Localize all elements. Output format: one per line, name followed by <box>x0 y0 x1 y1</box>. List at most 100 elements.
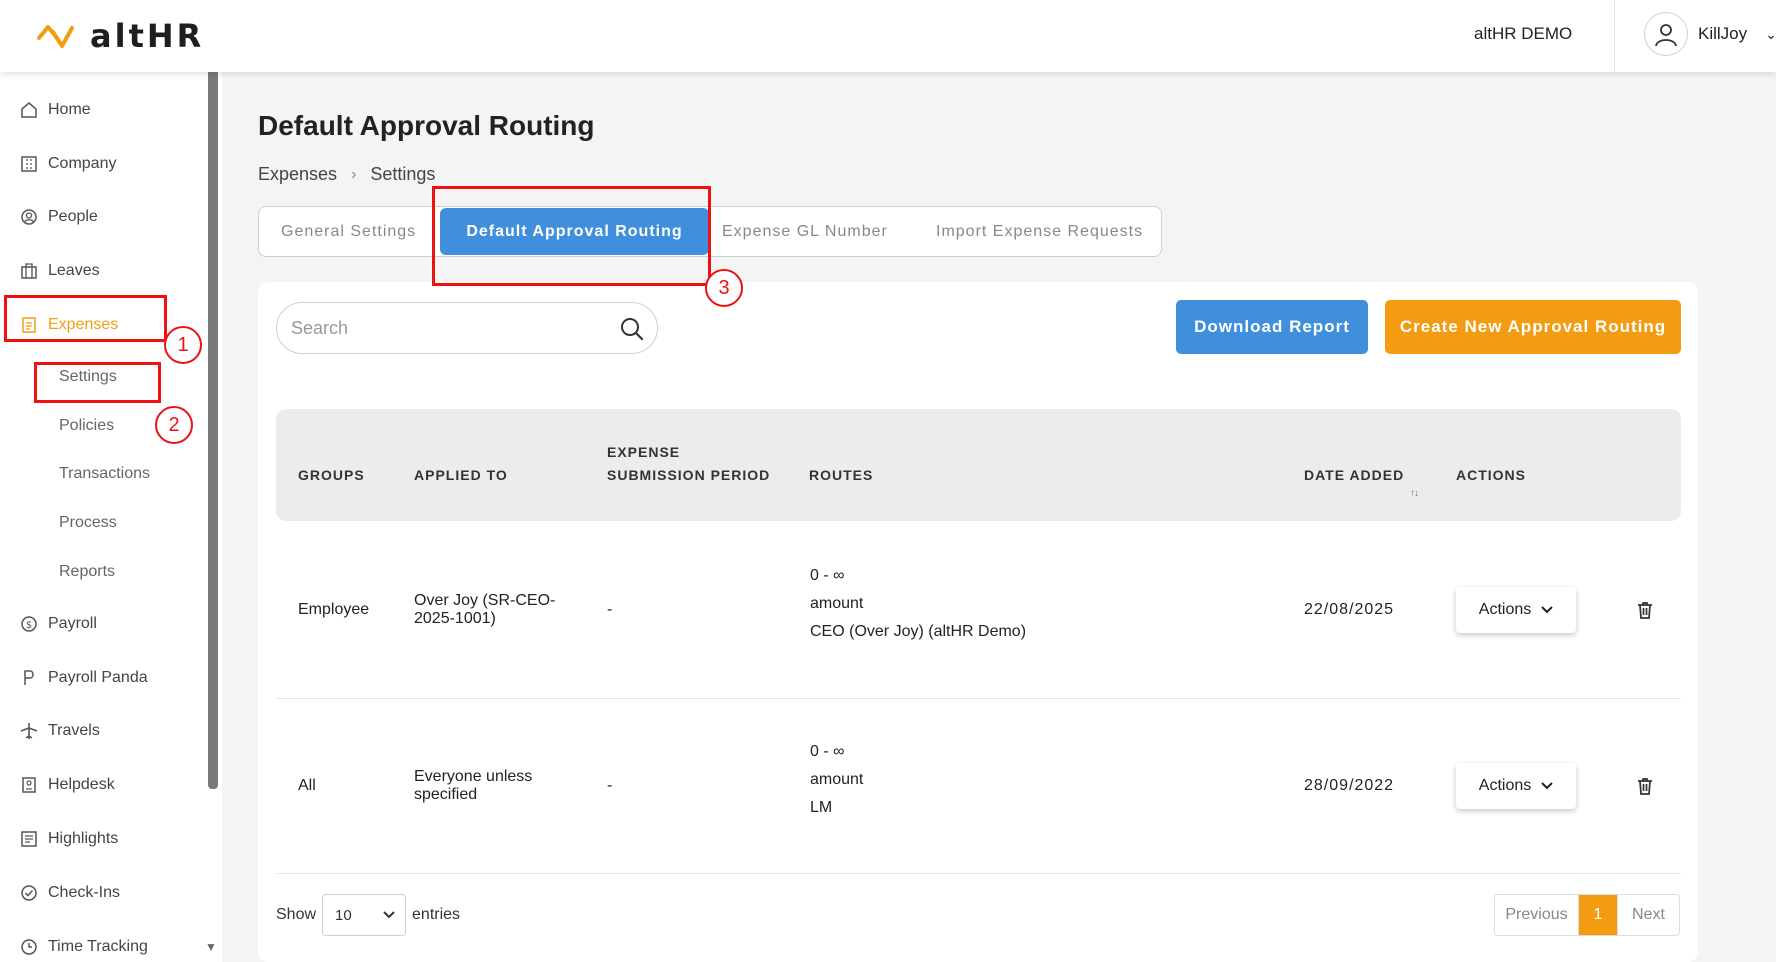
sidebar-item-travels[interactable]: Travels <box>20 719 100 743</box>
cell-date-added: 22/08/2025 <box>1304 601 1395 618</box>
search-input[interactable] <box>291 313 591 343</box>
actions-label: Actions <box>1478 777 1532 794</box>
cell-applied-to-line1: Over Joy (SR-CEO- <box>414 592 556 609</box>
home-icon <box>21 102 37 118</box>
breadcrumb-expenses[interactable]: Expenses <box>258 164 337 185</box>
sidebar-item-label: Helpdesk <box>48 776 115 793</box>
top-bar: altHR altHR DEMO KillJoy ⌄ <box>0 0 1776 72</box>
sidebar-subitem-process[interactable]: Process <box>59 514 117 532</box>
sidebar-item-time-tracking[interactable]: Time Tracking <box>20 935 148 959</box>
sidebar-item-label: People <box>48 208 98 225</box>
breadcrumb: Expenses › Settings <box>258 164 435 185</box>
user-name[interactable]: KillJoy <box>1698 24 1747 44</box>
pagination: Previous 1 Next <box>1494 894 1680 936</box>
actions-label: Actions <box>1478 601 1532 618</box>
sidebar-subitem-policies[interactable]: Policies <box>59 417 114 435</box>
cell-group: Employee <box>298 601 370 618</box>
panda-icon <box>24 670 34 685</box>
cell-applied-to-line1: Everyone unless <box>414 768 533 785</box>
sidebar-item-label: Leaves <box>48 262 100 279</box>
breadcrumb-settings: Settings <box>370 164 436 184</box>
annotation-box-expenses <box>4 295 167 342</box>
column-header-date-added[interactable]: DATE ADDED <box>1304 464 1404 486</box>
show-label: Show <box>276 906 317 923</box>
cell-period: - <box>607 601 613 618</box>
sidebar-item-leaves[interactable]: Leaves <box>20 259 100 283</box>
sidebar-item-payroll[interactable]: $ Payroll <box>20 612 97 636</box>
next-page-button[interactable]: Next <box>1617 895 1679 935</box>
payroll-icon: $ <box>21 616 37 632</box>
leaves-icon <box>21 263 37 279</box>
page-size-value: 10 <box>335 906 352 924</box>
sidebar-item-check-ins[interactable]: Check-Ins <box>20 881 120 905</box>
delete-trash-icon[interactable] <box>1635 776 1655 796</box>
annotation-marker-2: 2 <box>155 406 193 444</box>
sidebar-item-label: Time Tracking <box>48 938 148 955</box>
chevron-right-icon: › <box>351 165 357 183</box>
sidebar-scrollbar[interactable] <box>208 72 218 789</box>
user-menu[interactable]: KillJoy ⌄ <box>1644 12 1776 56</box>
people-icon <box>21 209 37 225</box>
clock-icon <box>21 939 37 955</box>
scroll-down-arrow-icon[interactable]: ▼ <box>205 940 217 954</box>
organization-name: altHR DEMO <box>1474 24 1573 43</box>
logo-text: altHR <box>90 17 205 55</box>
sidebar-item-label: Home <box>48 101 91 118</box>
sort-icon[interactable]: ↑↓ <box>1410 488 1419 499</box>
page-title: Default Approval Routing <box>258 110 595 141</box>
plane-icon <box>20 723 38 739</box>
sidebar-item-helpdesk[interactable]: Helpdesk <box>20 773 115 797</box>
sidebar-item-label: Travels <box>48 722 100 739</box>
search-box[interactable] <box>276 302 658 354</box>
delete-trash-icon[interactable] <box>1635 600 1655 620</box>
sidebar-subitem-reports[interactable]: Reports <box>59 563 115 581</box>
page-size-select[interactable]: 10 <box>322 894 407 936</box>
sidebar-item-payroll-panda[interactable]: Payroll Panda <box>20 666 148 690</box>
download-report-button[interactable]: Download Report <box>1176 300 1368 354</box>
sidebar-item-highlights[interactable]: Highlights <box>20 827 118 851</box>
tab-general-settings[interactable]: General Settings <box>281 207 416 256</box>
create-approval-routing-button[interactable]: Create New Approval Routing <box>1385 300 1681 354</box>
logo[interactable]: altHR <box>36 16 204 56</box>
cell-route-range: 0 - ∞ <box>810 743 845 760</box>
cell-period: - <box>607 777 613 794</box>
cell-group: All <box>298 777 316 794</box>
sidebar-item-label: Company <box>48 155 117 172</box>
header-divider <box>1614 0 1615 72</box>
annotation-marker-3: 3 <box>705 269 743 307</box>
chevron-down-icon <box>383 911 395 919</box>
page-size-control: Show 10 entries <box>276 894 460 936</box>
cell-date-added: 28/09/2022 <box>1304 777 1395 794</box>
tab-import-expense-requests[interactable]: Import Expense Requests <box>936 207 1143 256</box>
sidebar-item-people[interactable]: People <box>20 205 98 229</box>
previous-page-button[interactable]: Previous <box>1495 895 1579 935</box>
row-divider <box>276 873 1681 874</box>
column-header-actions: ACTIONS <box>1456 467 1526 483</box>
actions-dropdown-button[interactable]: Actions <box>1456 587 1576 633</box>
cell-route-type: amount <box>810 595 864 612</box>
cell-route-range: 0 - ∞ <box>810 567 845 584</box>
tab-expense-gl-number[interactable]: Expense GL Number <box>722 207 888 256</box>
sidebar-item-label: Check-Ins <box>48 884 121 901</box>
cell-route-approver: LM <box>810 799 833 816</box>
sidebar-item-home[interactable]: Home <box>20 98 91 122</box>
annotation-marker-1: 1 <box>164 326 202 364</box>
avatar[interactable] <box>1644 12 1688 56</box>
actions-dropdown-button[interactable]: Actions <box>1456 763 1576 809</box>
column-header-routes: ROUTES <box>809 467 874 483</box>
chevron-down-icon[interactable]: ⌄ <box>1765 26 1776 43</box>
row-divider <box>276 698 1681 699</box>
sidebar-item-company[interactable]: Company <box>20 152 116 176</box>
svg-text:$: $ <box>26 620 32 631</box>
page-1-button[interactable]: 1 <box>1579 895 1617 935</box>
sidebar-item-label: Payroll Panda <box>48 669 148 686</box>
logo-mark-icon <box>37 25 74 48</box>
search-icon[interactable] <box>619 316 645 342</box>
cell-route-approver: CEO (Over Joy) (altHR Demo) <box>810 623 1027 640</box>
column-header-groups: GROUPS <box>298 467 365 483</box>
annotation-box-settings <box>34 362 161 403</box>
chevron-down-icon <box>1541 782 1553 790</box>
sidebar-subitem-transactions[interactable]: Transactions <box>59 465 150 483</box>
sidebar-item-label: Payroll <box>48 615 97 632</box>
highlights-icon <box>21 831 37 847</box>
